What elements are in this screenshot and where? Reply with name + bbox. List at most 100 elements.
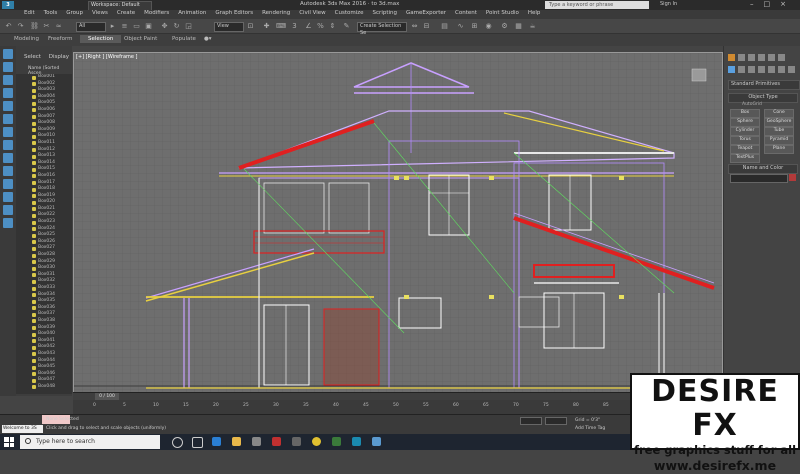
scene-explorer-tab-display[interactable]: Display	[49, 54, 69, 60]
box-button[interactable]: Box	[730, 109, 760, 118]
ribbon-options-icon[interactable]: ●▾	[204, 36, 212, 42]
layer-explorer-icon[interactable]: ▤	[440, 22, 449, 31]
scene-list-item[interactable]: Box043	[16, 351, 72, 358]
tab-selection[interactable]: Selection	[80, 35, 122, 43]
menu-item-tools[interactable]: Tools	[44, 10, 58, 16]
edge-icon[interactable]	[212, 437, 221, 446]
file-explorer-icon[interactable]	[232, 437, 241, 446]
reference-coord-dropdown[interactable]: View	[214, 22, 244, 32]
name-color-rollout[interactable]: Name and Color	[728, 164, 798, 174]
menu-item-gameexporter[interactable]: GameExporter	[406, 10, 446, 16]
object-name-field[interactable]	[730, 174, 788, 183]
x-coordinate-field[interactable]	[520, 417, 542, 425]
app-icon[interactable]	[292, 437, 301, 446]
menu-item-help[interactable]: Help	[528, 10, 541, 16]
photoshop-icon[interactable]	[332, 437, 341, 446]
hierarchy-tab-icon[interactable]	[748, 54, 755, 61]
3dsmax-taskbar-icon[interactable]	[352, 437, 361, 446]
maxscript-listener[interactable]: Welcome to 3S	[2, 425, 43, 433]
helpers-icon[interactable]	[768, 66, 775, 73]
link-icon[interactable]: ⛓	[30, 22, 39, 31]
scene-object-list[interactable]: Box001 Box002 Box003 Box004 Box005 Box006 Box0…	[16, 74, 72, 394]
object-type-rollout[interactable]: Object Type	[728, 93, 798, 103]
groups-filter-icon[interactable]	[3, 153, 13, 163]
lights-filter-icon[interactable]	[3, 101, 13, 111]
taskbar-search-input[interactable]: Type here to search	[20, 435, 160, 449]
sphere-button[interactable]: Sphere	[730, 118, 760, 127]
task-view-icon[interactable]	[192, 437, 203, 448]
textplus-button[interactable]: TextPlus	[730, 154, 760, 163]
scene-list-item[interactable]: Box015	[16, 166, 72, 173]
systems-icon[interactable]	[788, 66, 795, 73]
menu-item-edit[interactable]: Edit	[24, 10, 35, 16]
sort-icon[interactable]	[3, 49, 13, 59]
acrobat-icon[interactable]	[272, 437, 281, 446]
bind-spacewarp-icon[interactable]: ≈	[54, 22, 63, 31]
scene-list-item[interactable]: Box013	[16, 153, 72, 160]
menu-item-scripting[interactable]: Scripting	[373, 10, 397, 16]
render-setup-icon[interactable]: ⚙	[500, 22, 509, 31]
curve-editor-icon[interactable]: ∿	[456, 22, 465, 31]
menu-item-point-studio[interactable]: Point Studio	[486, 10, 519, 16]
scene-list-item[interactable]: Box033	[16, 285, 72, 292]
app2-icon[interactable]	[372, 437, 381, 446]
scene-list-item[interactable]: Box038	[16, 318, 72, 325]
tab-object-paint[interactable]: Object Paint	[124, 36, 157, 42]
scene-list-item[interactable]: Box047	[16, 377, 72, 384]
xrefs-filter-icon[interactable]	[3, 166, 13, 176]
scene-list-item[interactable]: Box023	[16, 219, 72, 226]
scene-list-item[interactable]: Box028	[16, 252, 72, 259]
torus-button[interactable]: Torus	[730, 136, 760, 145]
menu-item-civil-view[interactable]: Civil View	[299, 10, 325, 16]
snaps-toggle-icon[interactable]: 3	[290, 22, 299, 31]
motion-tab-icon[interactable]	[758, 54, 765, 61]
unlink-icon[interactable]: ✂	[42, 22, 51, 31]
schematic-view-icon[interactable]: ⊞	[470, 22, 479, 31]
undo-icon[interactable]: ↶	[4, 22, 13, 31]
menu-item-create[interactable]: Create	[117, 10, 135, 16]
right-viewport[interactable]: [+] [Right ] [Wireframe ]	[73, 52, 723, 400]
scene-list-item[interactable]: Box032	[16, 278, 72, 285]
edit-named-sets-icon[interactable]: ✎	[342, 22, 351, 31]
scene-list-item[interactable]: Box035	[16, 298, 72, 305]
sign-in-link[interactable]: Sign In	[660, 1, 677, 7]
pyramid-button[interactable]: Pyramid	[764, 136, 794, 145]
cortana-icon[interactable]	[172, 437, 183, 448]
scene-list-item[interactable]: Box037	[16, 311, 72, 318]
scene-list-item[interactable]: Box006	[16, 107, 72, 114]
windows-start-icon[interactable]	[4, 437, 14, 447]
scene-list-item[interactable]: Box045	[16, 364, 72, 371]
tab-modeling[interactable]: Modeling	[14, 36, 39, 42]
menu-item-content[interactable]: Content	[455, 10, 477, 16]
view-cube[interactable]	[691, 68, 707, 82]
track-bar[interactable]: 0510152025303540455055606570758085909510…	[73, 400, 723, 414]
tab-populate[interactable]: Populate	[172, 36, 196, 42]
y-coordinate-field[interactable]	[545, 417, 567, 425]
scene-list-item[interactable]: Box030	[16, 265, 72, 272]
select-object-icon[interactable]: ▸	[108, 22, 117, 31]
display-tab-icon[interactable]	[768, 54, 775, 61]
spacewarps-icon[interactable]	[778, 66, 785, 73]
lights-icon[interactable]	[748, 66, 755, 73]
tube-button[interactable]: Tube	[764, 127, 794, 136]
menu-item-views[interactable]: Views	[92, 10, 108, 16]
material-editor-icon[interactable]: ◉	[484, 22, 493, 31]
autogrid-checkbox[interactable]: AutoGrid	[742, 102, 762, 107]
render-icon[interactable]: ☕	[528, 22, 537, 31]
plane-button[interactable]: Plane	[764, 145, 794, 154]
align-icon[interactable]: ⊟	[422, 22, 431, 31]
menu-item-rendering[interactable]: Rendering	[262, 10, 290, 16]
time-slider[interactable]: 0 / 100	[73, 392, 723, 400]
scene-list-item[interactable]: Box005	[16, 100, 72, 107]
scene-list-item[interactable]: Box003	[16, 87, 72, 94]
keyboard-shortcut-icon[interactable]: ⌨	[276, 22, 286, 31]
cameras-filter-icon[interactable]	[3, 114, 13, 124]
scene-list-item[interactable]: Box008	[16, 120, 72, 127]
tab-freeform[interactable]: Freeform	[48, 36, 73, 42]
app-logo-icon[interactable]: 3	[2, 1, 14, 9]
scene-list-item[interactable]: Box025	[16, 232, 72, 239]
frozen-filter-icon[interactable]	[3, 205, 13, 215]
menu-item-modifiers[interactable]: Modifiers	[144, 10, 169, 16]
angle-snap-icon[interactable]: ∠	[304, 22, 313, 31]
scene-list-item[interactable]: Box020	[16, 199, 72, 206]
